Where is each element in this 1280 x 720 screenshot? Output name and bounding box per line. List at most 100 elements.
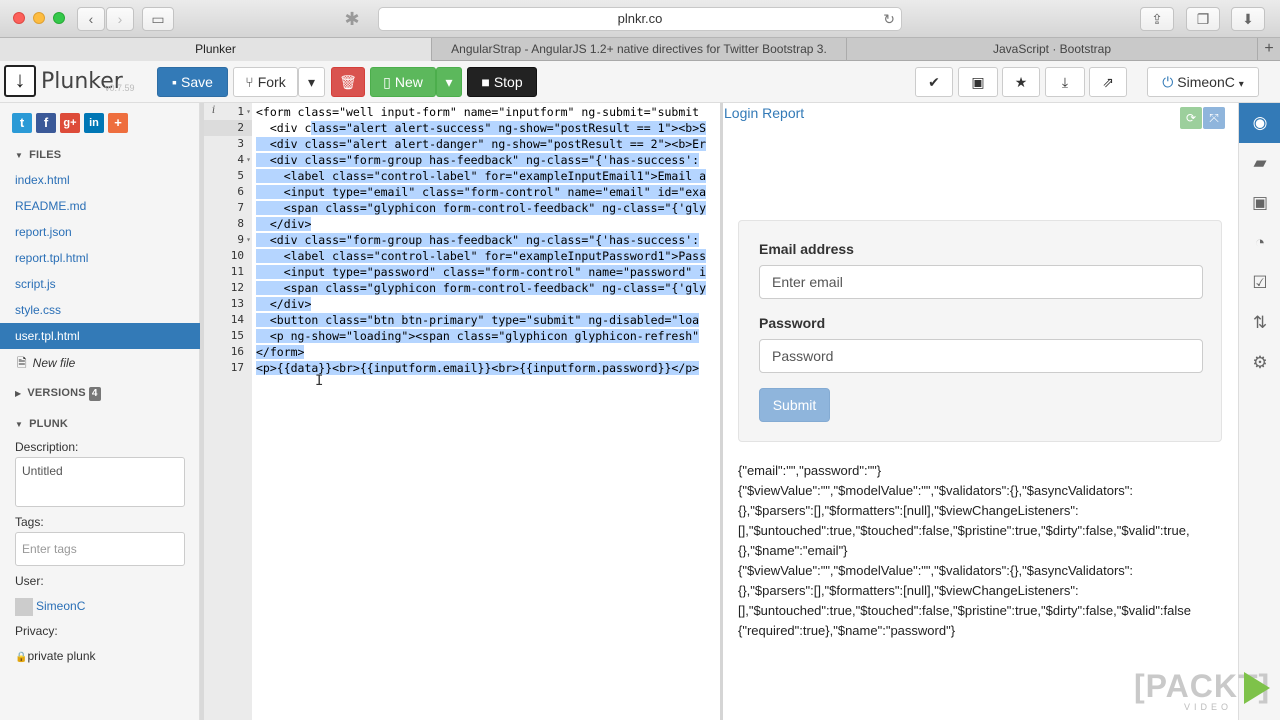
submit-button[interactable]: Submit xyxy=(759,388,830,422)
stop-button[interactable]: ■ Stop xyxy=(467,67,537,97)
line-number[interactable]: 10 xyxy=(204,248,252,264)
line-number[interactable]: 16 xyxy=(204,344,252,360)
new-dropdown-button[interactable]: ▾ xyxy=(436,67,462,97)
linkedin-icon[interactable]: in xyxy=(84,113,104,133)
star-button[interactable]: ★ xyxy=(1002,67,1040,97)
code-line[interactable]: </div> xyxy=(256,216,312,232)
file-style-css[interactable]: style.css xyxy=(0,297,200,323)
save-button[interactable]: ▪ Save xyxy=(157,67,228,97)
line-number[interactable]: 13 xyxy=(204,296,252,312)
briefcase-button[interactable]: ▣ xyxy=(958,67,998,97)
twitter-icon[interactable]: t xyxy=(12,113,32,133)
code-line[interactable]: <div class="form-group has-feedback" ng-… xyxy=(256,152,700,168)
browser-tab-plunker[interactable]: Plunker xyxy=(0,38,432,61)
google-plus-icon[interactable]: g+ xyxy=(60,113,80,133)
briefcase-icon[interactable]: ▣ xyxy=(1239,183,1280,223)
check-square-icon[interactable]: ☑ xyxy=(1239,263,1280,303)
sidebar-icon: ▭ xyxy=(151,11,165,27)
code-line[interactable]: </form> xyxy=(256,344,305,360)
book-icon[interactable]: ▰ xyxy=(1239,143,1280,183)
line-number[interactable]: 7 xyxy=(204,200,252,216)
fold-arrow-icon[interactable]: ▾ xyxy=(246,104,251,120)
file-script-js[interactable]: script.js xyxy=(0,271,200,297)
minimize-window-button[interactable] xyxy=(33,12,45,24)
file-user-tpl-html[interactable]: user.tpl.html xyxy=(0,323,200,349)
fork-button[interactable]: ⑂ Fork xyxy=(233,67,298,97)
retweet-icon[interactable]: ⇅ xyxy=(1239,303,1280,343)
delete-button[interactable]: 🗑 xyxy=(331,67,365,97)
line-number[interactable]: 9 ▾ xyxy=(204,232,252,248)
user-menu-button[interactable]: ⏻ SimeonC ▾ xyxy=(1147,67,1259,97)
line-number[interactable]: 5 xyxy=(204,168,252,184)
gear-icon[interactable]: ⚙ xyxy=(1239,343,1280,383)
files-header[interactable]: ▼ FILES xyxy=(15,149,61,161)
new-button[interactable]: ▯ New xyxy=(370,67,436,97)
browser-tab-bootstrap[interactable]: JavaScript · Bootstrap xyxy=(847,38,1258,61)
line-number[interactable]: 11 xyxy=(204,264,252,280)
line-number[interactable]: 14 xyxy=(204,312,252,328)
line-number[interactable]: 15 xyxy=(204,328,252,344)
code-line[interactable]: </div> xyxy=(256,296,312,312)
dashboard-icon[interactable]: ◔ xyxy=(1239,223,1280,263)
password-field[interactable]: Password xyxy=(759,339,1203,373)
code-line[interactable]: <div class="alert alert-success" ng-show… xyxy=(256,120,707,136)
file-readme-md[interactable]: README.md xyxy=(0,193,200,219)
download-button[interactable]: ⤓ xyxy=(1045,67,1085,97)
line-number[interactable]: 6 xyxy=(204,184,252,200)
code-line[interactable]: <span class="glyphicon form-control-feed… xyxy=(256,200,707,216)
file-report-json[interactable]: report.json xyxy=(0,219,200,245)
fold-arrow-icon[interactable]: ▾ xyxy=(246,152,251,168)
file-index-html[interactable]: index.html xyxy=(0,167,200,193)
extension-icon[interactable]: ✱ xyxy=(342,9,362,29)
line-number[interactable]: 3 xyxy=(204,136,252,152)
share-plus-icon[interactable]: + xyxy=(108,113,128,133)
description-textarea[interactable]: Untitled xyxy=(15,457,185,507)
plunker-logo-icon[interactable]: ↓ xyxy=(4,65,36,97)
line-number[interactable]: 1 ▾ xyxy=(204,104,252,120)
line-number[interactable]: 12 xyxy=(204,280,252,296)
line-number[interactable]: 4 ▾ xyxy=(204,152,252,168)
code-line[interactable]: <form class="well input-form" name="inpu… xyxy=(256,104,699,120)
line-number[interactable]: 8 xyxy=(204,216,252,232)
code-line[interactable]: <input type="password" class="form-contr… xyxy=(256,264,707,280)
email-field[interactable]: Enter email xyxy=(759,265,1203,299)
fold-arrow-icon[interactable]: ▾ xyxy=(246,232,251,248)
check-button[interactable]: ✔ xyxy=(915,67,953,97)
code-line[interactable]: <input type="email" class="form-control"… xyxy=(256,184,707,200)
refresh-icon[interactable]: ⟳ xyxy=(1180,107,1202,129)
user-link[interactable]: SimeonC xyxy=(15,598,85,616)
code-editor[interactable]: i 1 ▾ 2 3 4 ▾ 5 6 7 8 9 ▾ 10 11 12 13 14 15 16 17 <form cla… xyxy=(204,103,720,720)
preview-title[interactable]: Login Report xyxy=(724,105,804,121)
reload-icon[interactable]: ↻ xyxy=(883,8,895,30)
code-line[interactable]: <span class="glyphicon form-control-feed… xyxy=(256,280,707,296)
new-tab-button[interactable]: + xyxy=(1258,38,1280,61)
code-line[interactable]: <label class="control-label" for="exampl… xyxy=(256,248,707,264)
close-window-button[interactable] xyxy=(13,12,25,24)
line-number[interactable]: 17 xyxy=(204,360,252,376)
plunk-header[interactable]: ▼ PLUNK xyxy=(15,418,68,430)
browser-tab-angularstrap[interactable]: AngularStrap - AngularJS 1.2+ native dir… xyxy=(432,38,847,61)
back-button[interactable]: ‹ xyxy=(77,7,105,31)
code-line[interactable]: <div class="form-group has-feedback" ng-… xyxy=(256,232,700,248)
facebook-icon[interactable]: f xyxy=(36,113,56,133)
downloads-button[interactable]: ⬇ xyxy=(1231,7,1265,31)
code-line[interactable]: <button class="btn btn-primary" type="su… xyxy=(256,312,700,328)
share-button[interactable]: ⇪ xyxy=(1140,7,1174,31)
new-file-link[interactable]: 🗎 New file xyxy=(17,354,75,375)
tabs-overview-button[interactable]: ❐ xyxy=(1186,7,1220,31)
expand-icon[interactable]: ⤧ xyxy=(1203,107,1225,129)
forward-button[interactable]: › xyxy=(106,7,134,31)
versions-header[interactable]: ▶ VERSIONS 4 xyxy=(15,387,101,401)
eye-icon[interactable]: ◉ xyxy=(1239,103,1280,143)
code-line[interactable]: <label class="control-label" for="exampl… xyxy=(256,168,707,184)
zoom-window-button[interactable] xyxy=(53,12,65,24)
open-external-button[interactable]: ⇗ xyxy=(1089,67,1127,97)
code-line[interactable]: <div class="alert alert-danger" ng-show=… xyxy=(256,136,707,152)
code-line[interactable]: <p ng-show="loading"><span class="glyphi… xyxy=(256,328,700,344)
tags-input[interactable]: Enter tags xyxy=(15,532,185,566)
sidebar-toggle-button[interactable]: ▭ xyxy=(142,7,174,31)
address-bar[interactable]: plnkr.co ↻ xyxy=(378,7,902,31)
file-report-tpl-html[interactable]: report.tpl.html xyxy=(0,245,200,271)
fork-dropdown-button[interactable]: ▾ xyxy=(298,67,325,97)
line-number[interactable]: 2 xyxy=(204,120,252,136)
